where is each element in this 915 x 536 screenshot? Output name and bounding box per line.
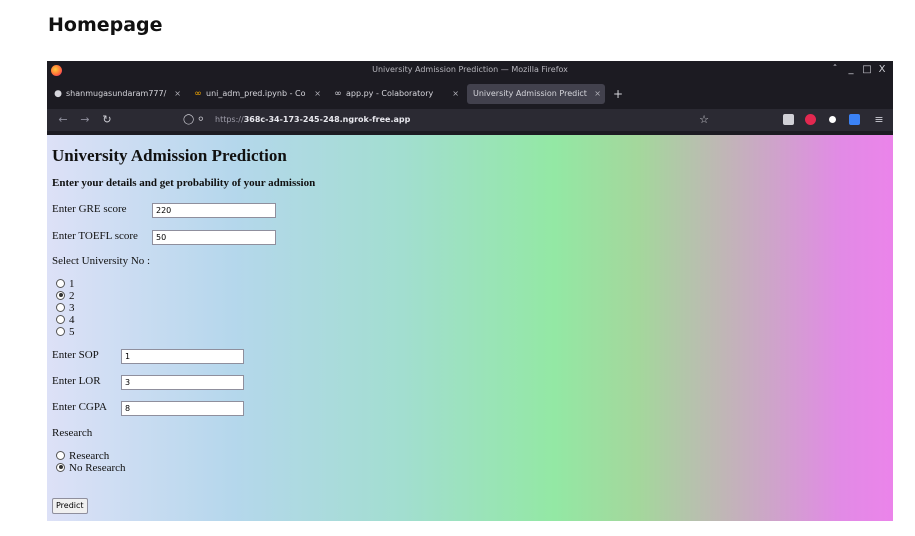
- university-option-3[interactable]: 3: [56, 302, 75, 314]
- forward-icon[interactable]: →: [77, 111, 93, 129]
- lor-input[interactable]: 3: [121, 375, 244, 390]
- browser-window: University Admission Prediction — Mozill…: [47, 61, 893, 521]
- radio-button[interactable]: [56, 290, 65, 300]
- cgpa-input[interactable]: 8: [121, 401, 244, 416]
- tab-close-icon[interactable]: ×: [594, 84, 601, 104]
- radio-button[interactable]: [56, 278, 65, 288]
- gre-label: Enter GRE score: [52, 203, 127, 215]
- radio-button[interactable]: [56, 302, 65, 312]
- address-bar[interactable]: ◯ ⚪ https://368c-34-173-245-248.ngrok-fr…: [179, 111, 719, 129]
- radio-button[interactable]: [56, 314, 65, 324]
- navigation-toolbar: ← → ↻ ◯ ⚪ https://368c-34-173-245-248.ng…: [47, 109, 893, 131]
- extension-puzzle-icon[interactable]: [783, 114, 794, 125]
- research-option-yes[interactable]: Research: [56, 450, 109, 462]
- url-host: 368c-34-173-245-248.ngrok-free.app: [243, 115, 411, 124]
- research-label: Research: [52, 427, 93, 439]
- lock-icon: ⚪: [197, 115, 205, 125]
- tab-close-icon[interactable]: ×: [452, 84, 459, 104]
- page-content: University Admission Prediction Enter yo…: [47, 135, 893, 521]
- form-subtitle: Enter your details and get probability o…: [52, 177, 316, 189]
- university-option-5[interactable]: 5: [56, 326, 75, 338]
- toefl-label: Enter TOEFL score: [52, 230, 138, 242]
- colab-icon: ∞: [194, 89, 202, 99]
- tab-github[interactable]: ● shanmugasundaram777/ ×: [47, 84, 185, 104]
- url-text[interactable]: https://368c-34-173-245-248.ngrok-free.a…: [215, 111, 410, 129]
- sop-input[interactable]: 1: [121, 349, 244, 364]
- tab-close-icon[interactable]: ×: [174, 84, 181, 104]
- form-title: University Admission Prediction: [52, 146, 287, 165]
- option-label: 2: [69, 290, 75, 302]
- extension-circle-icon[interactable]: [827, 114, 838, 125]
- option-label: 4: [69, 314, 75, 326]
- university-option-2[interactable]: 2: [56, 290, 75, 302]
- sop-label: Enter SOP: [52, 349, 99, 361]
- option-label: 3: [69, 302, 75, 314]
- option-label: 1: [69, 278, 75, 290]
- radio-button[interactable]: [56, 462, 65, 472]
- toefl-input[interactable]: 50: [152, 230, 276, 245]
- tab-label: app.py - Colaboratory: [346, 89, 434, 98]
- title-bar: University Admission Prediction — Mozill…: [47, 61, 893, 81]
- reload-icon[interactable]: ↻: [99, 111, 115, 129]
- option-label: 5: [69, 326, 75, 338]
- tab-admission-app[interactable]: University Admission Predict ×: [467, 84, 605, 104]
- radio-button[interactable]: [56, 326, 65, 336]
- tab-strip: ● shanmugasundaram777/ × ∞ uni_adm_pred.ip…: [47, 83, 893, 105]
- colab-icon: ∞: [334, 89, 342, 99]
- page-heading: Homepage: [48, 14, 163, 36]
- tab-close-icon[interactable]: ×: [314, 84, 321, 104]
- gre-input[interactable]: 220: [152, 203, 276, 218]
- maximize-icon[interactable]: □: [861, 64, 873, 75]
- lor-label: Enter LOR: [52, 375, 101, 387]
- tab-colab-notebook[interactable]: ∞ uni_adm_pred.ipynb - Co ×: [187, 84, 325, 104]
- option-label: No Research: [69, 462, 126, 474]
- university-option-4[interactable]: 4: [56, 314, 75, 326]
- extension-blue-icon[interactable]: [849, 114, 860, 125]
- tab-colab-app[interactable]: ∞ app.py - Colaboratory ×: [327, 84, 463, 104]
- tab-label: shanmugasundaram777/: [66, 89, 167, 98]
- minimize-icon[interactable]: _: [845, 64, 857, 75]
- close-window-icon[interactable]: X: [876, 64, 888, 75]
- tab-label: uni_adm_pred.ipynb - Co: [206, 89, 306, 98]
- extension-red-icon[interactable]: [805, 114, 816, 125]
- url-prefix: https://: [215, 115, 244, 124]
- radio-button[interactable]: [56, 450, 65, 460]
- shield-icon: ◯: [183, 114, 195, 125]
- tab-label: University Admission Predict: [473, 89, 587, 98]
- window-title: University Admission Prediction — Mozill…: [372, 65, 568, 74]
- university-option-1[interactable]: 1: [56, 278, 75, 290]
- option-label: Research: [69, 450, 110, 462]
- bookmark-star-icon[interactable]: ☆: [697, 111, 711, 129]
- github-icon: ●: [54, 89, 62, 99]
- cgpa-label: Enter CGPA: [52, 401, 107, 413]
- research-option-no[interactable]: No Research: [56, 462, 126, 474]
- predict-button[interactable]: Predict: [52, 498, 88, 514]
- hamburger-menu-icon[interactable]: ≡: [871, 111, 887, 129]
- back-icon[interactable]: ←: [55, 111, 71, 129]
- window-menu-icon[interactable]: ˆ: [829, 64, 841, 75]
- new-tab-button[interactable]: +: [611, 84, 625, 104]
- university-label: Select University No :: [52, 255, 151, 267]
